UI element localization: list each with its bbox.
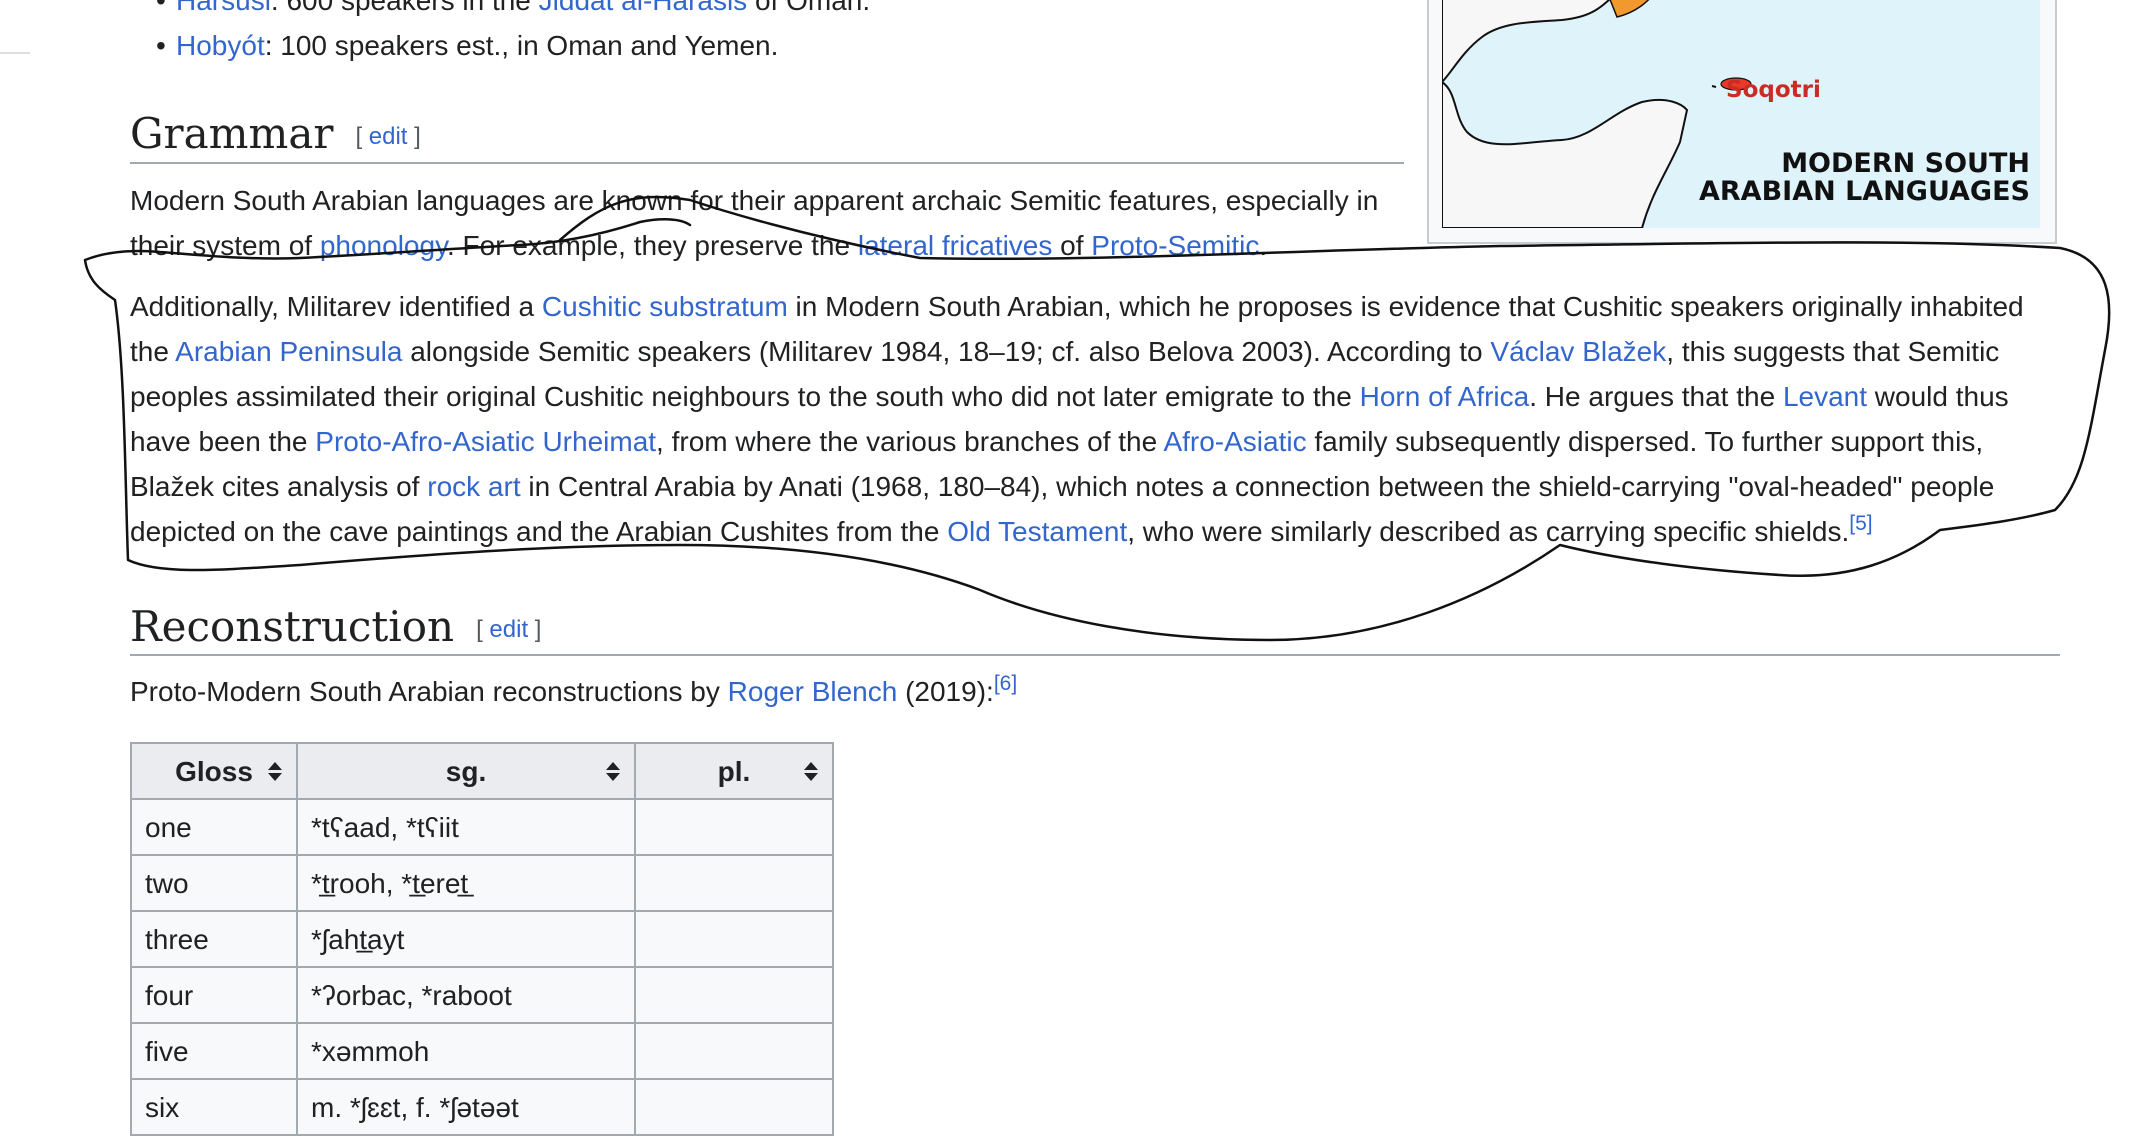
reconstruction-heading-rule	[130, 654, 2060, 656]
gloss-column-header[interactable]: Gloss	[130, 742, 298, 800]
horn-of-africa-link[interactable]: Horn of Africa	[1360, 381, 1530, 412]
table-row: six m. *ʃɛɛt, f. *ʃətəət	[130, 1078, 834, 1136]
grammar-edit-link[interactable]: edit	[369, 123, 408, 150]
hobyot-link[interactable]: Hobyót	[176, 30, 265, 61]
language-list: Harsusi: 600 speakers in the Jiddat al-H…	[156, 0, 870, 68]
table-row: one *tʕaad, *tʕiit	[130, 798, 834, 856]
grammar-heading-rule	[130, 162, 1404, 164]
afro-asiatic-link[interactable]: Afro-Asiatic	[1163, 426, 1306, 457]
map-title: MODERN SOUTH ARABIAN LANGUAGES	[1698, 148, 2030, 207]
reconstruction-table: Gloss sg. pl. one *tʕaad, *tʕiit two *t̲ro…	[130, 742, 834, 1136]
map-thumbnail[interactable]: Soqotri MODERN SOUTH ARABIAN LANGUAGES	[1427, 0, 2057, 244]
lateral-fricatives-link[interactable]: lateral fricatives	[858, 230, 1053, 261]
cushitic-substratum-link[interactable]: Cushitic substratum	[542, 291, 788, 322]
additional-paragraph: Additionally, Militarev identified a Cus…	[130, 291, 2024, 547]
levant-link[interactable]: Levant	[1783, 381, 1867, 412]
urheimat-link[interactable]: Proto-Afro-Asiatic Urheimat	[315, 426, 656, 457]
rock-art-link[interactable]: rock art	[427, 471, 520, 502]
soqotri-label: Soqotri	[1726, 77, 1821, 103]
reconstruction-edit-link[interactable]: edit	[489, 616, 528, 643]
reference-6-link[interactable]: [6]	[994, 672, 1017, 695]
table-header-row: Gloss sg. pl.	[130, 742, 834, 800]
map-image[interactable]: Soqotri MODERN SOUTH ARABIAN LANGUAGES	[1442, 0, 2040, 228]
list-item: Harsusi: 600 speakers in the Jiddat al-H…	[156, 0, 870, 23]
left-edge-rule	[0, 52, 30, 54]
vaclav-blazek-link[interactable]: Václav Blažek	[1490, 336, 1666, 367]
old-testament-link[interactable]: Old Testament	[947, 516, 1127, 547]
roger-blench-link[interactable]: Roger Blench	[728, 676, 898, 707]
arabian-peninsula-link[interactable]: Arabian Peninsula	[175, 336, 402, 367]
jiddat-al-harasis-link[interactable]: Jiddat al-Harasis	[539, 0, 748, 16]
list-item: Hobyót: 100 speakers est., in Oman and Y…	[156, 23, 870, 68]
table-row: four *ʔorbac, *raboot	[130, 966, 834, 1024]
table-row: five *xəmmoh	[130, 1022, 834, 1080]
sort-icon[interactable]	[606, 757, 620, 787]
table-row: two *t̲rooh, *t̲eret̲	[130, 854, 834, 912]
reconstruction-edit: [ edit ]	[476, 616, 542, 643]
grammar-paragraph: Modern South Arabian languages are known…	[130, 185, 1379, 261]
reference-5-link[interactable]: [5]	[1849, 512, 1872, 535]
sort-icon[interactable]	[804, 757, 818, 787]
reconstruction-heading: Reconstruction[ edit ]	[130, 602, 542, 651]
pl-column-header[interactable]: pl.	[634, 742, 834, 800]
grammar-heading: Grammar[ edit ]	[130, 109, 421, 158]
sort-icon[interactable]	[268, 757, 282, 787]
phonology-link[interactable]: phonology	[320, 230, 447, 261]
reconstruction-paragraph: Proto-Modern South Arabian reconstructio…	[130, 672, 1018, 707]
harsusi-link[interactable]: Harsusi	[176, 0, 271, 16]
proto-semitic-link[interactable]: Proto-Semitic	[1091, 230, 1259, 261]
sg-column-header[interactable]: sg.	[296, 742, 636, 800]
table-row: three *ʃaht̲ayt	[130, 910, 834, 968]
grammar-edit: [ edit ]	[355, 123, 421, 150]
